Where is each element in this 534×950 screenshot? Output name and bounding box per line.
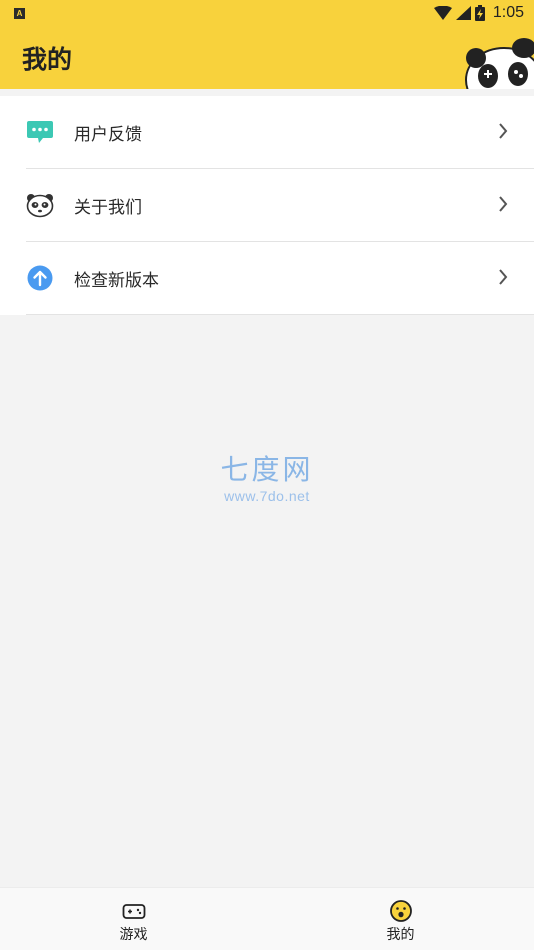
notification-icon: A (14, 7, 25, 19)
status-bar: A 1:05 (0, 0, 534, 26)
menu-item-label: 用户反馈 (74, 124, 142, 145)
signal-icon (455, 6, 471, 20)
menu-item-about[interactable]: 关于我们 (0, 169, 534, 241)
chevron-right-icon (499, 123, 508, 139)
battery-charging-icon (474, 5, 485, 21)
settings-menu: 用户反馈 关于我们 检查新版本 (0, 96, 534, 315)
page-title: 我的 (22, 45, 73, 74)
tab-games[interactable]: 游戏 (0, 888, 267, 950)
menu-item-check-update[interactable]: 检查新版本 (0, 242, 534, 314)
divider (26, 314, 534, 315)
arrow-up-circle-icon (27, 265, 53, 291)
menu-item-label: 关于我们 (74, 197, 142, 218)
tab-mine[interactable]: 我的 (267, 888, 534, 950)
gamepad-icon (122, 904, 145, 919)
tab-label: 我的 (386, 927, 415, 943)
tab-label: 游戏 (119, 927, 148, 943)
bottom-tab-bar: 游戏 我的 (0, 887, 534, 950)
panda-face-icon (26, 194, 54, 218)
watermark: 七度网 www.7do.net (0, 448, 534, 504)
menu-item-feedback[interactable]: 用户反馈 (0, 96, 534, 168)
chat-bubble-icon (27, 121, 53, 143)
status-icons: 1:05 (433, 4, 524, 22)
watermark-url: www.7do.net (224, 488, 310, 504)
page-header: 我的 (0, 26, 534, 89)
wifi-icon (433, 6, 452, 20)
watermark-title: 七度网 (220, 453, 314, 486)
panda-gamepad-icon (465, 38, 534, 89)
chevron-right-icon (499, 196, 508, 212)
menu-item-label: 检查新版本 (74, 270, 159, 291)
chevron-right-icon (499, 269, 508, 285)
smiley-face-icon (389, 900, 412, 922)
status-time: 1:05 (492, 4, 524, 21)
